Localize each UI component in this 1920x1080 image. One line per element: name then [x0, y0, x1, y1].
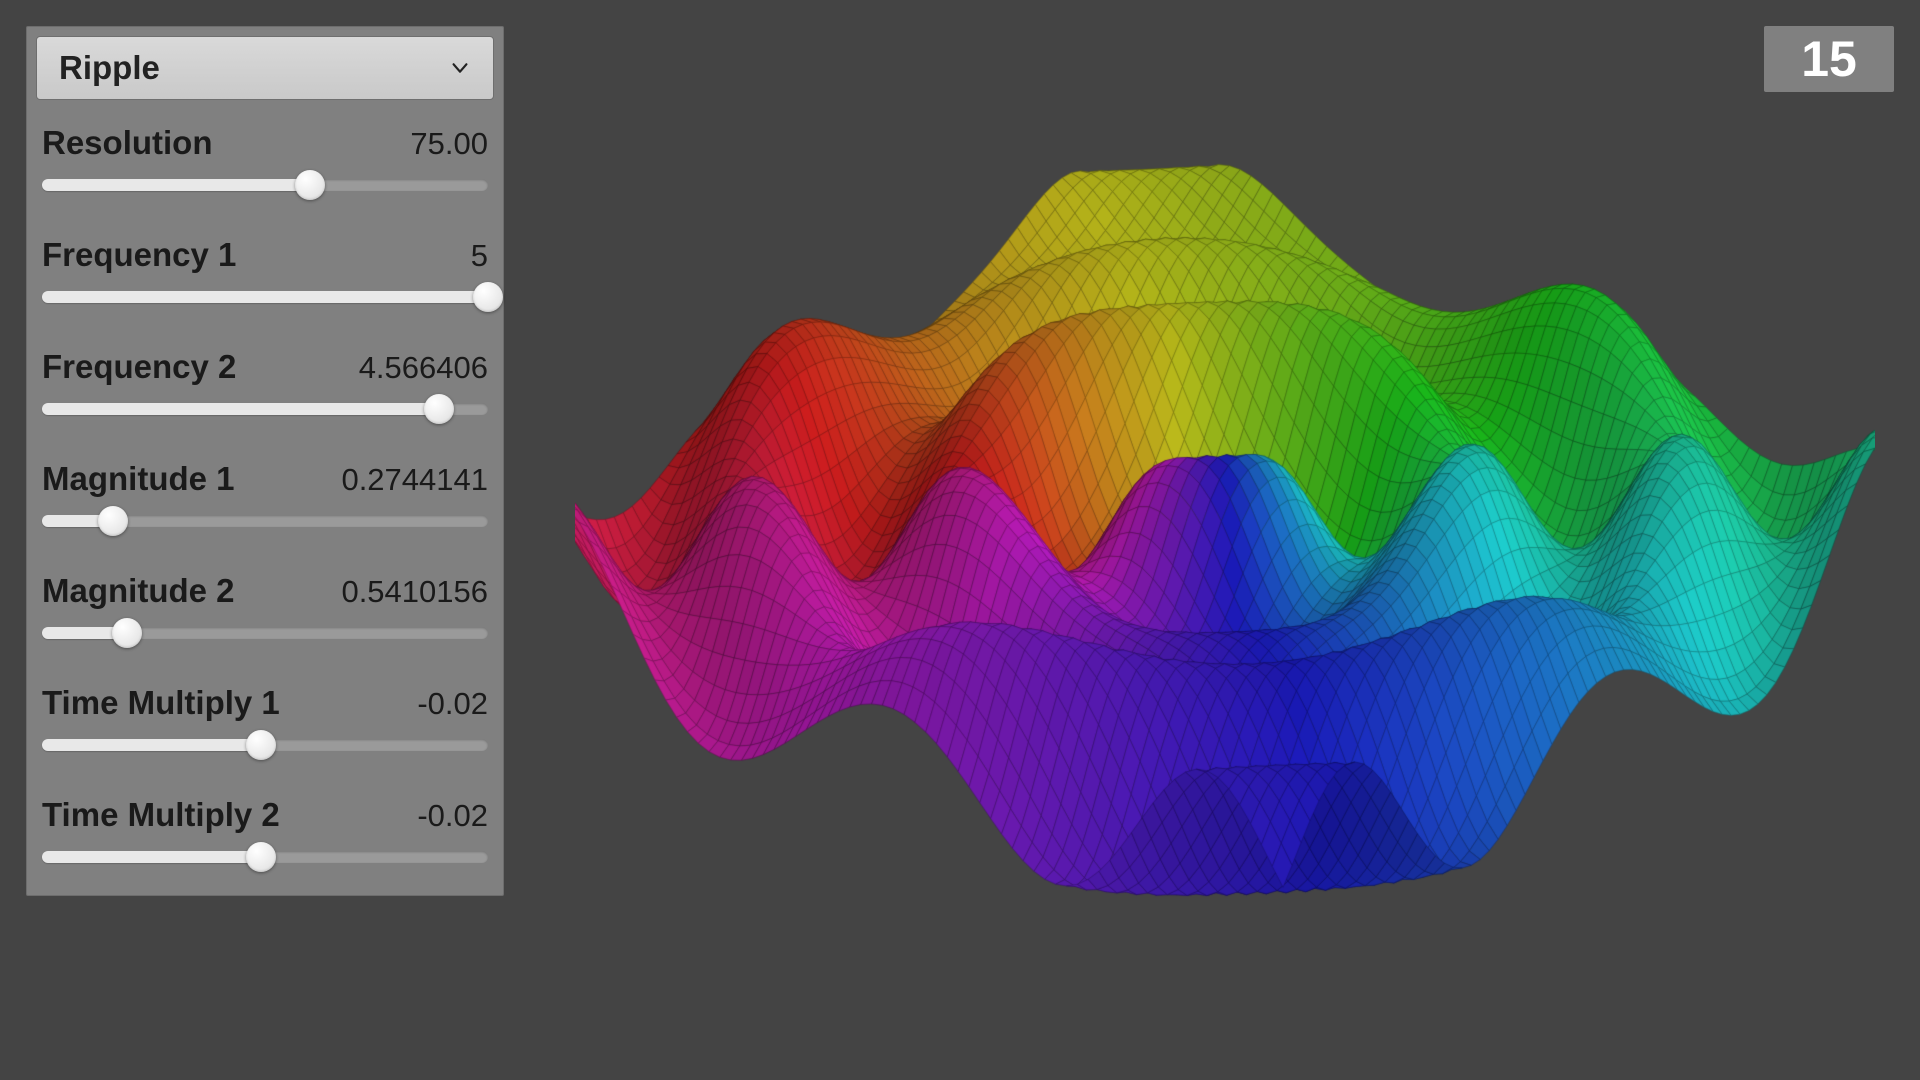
slider-resolution: Resolution 75.00: [42, 124, 488, 200]
slider-label: Frequency 1: [42, 236, 236, 274]
slider-time-multiply-2: Time Multiply 2 -0.02: [42, 796, 488, 872]
slider-track[interactable]: [42, 394, 488, 424]
slider-value: 0.2744141: [341, 462, 488, 498]
slider-thumb[interactable]: [98, 506, 128, 536]
slider-label: Magnitude 1: [42, 460, 235, 498]
slider-track[interactable]: [42, 506, 488, 536]
slider-fill: [42, 739, 261, 751]
slider-magnitude-2: Magnitude 2 0.5410156: [42, 572, 488, 648]
slider-track[interactable]: [42, 618, 488, 648]
slider-value: 4.566406: [359, 350, 488, 386]
slider-label: Resolution: [42, 124, 213, 162]
slider-magnitude-1: Magnitude 1 0.2744141: [42, 460, 488, 536]
slider-fill: [42, 179, 310, 191]
slider-fill: [42, 851, 261, 863]
slider-frequency-2: Frequency 2 4.566406: [42, 348, 488, 424]
slider-value: -0.02: [417, 686, 488, 722]
slider-thumb[interactable]: [295, 170, 325, 200]
slider-header: Magnitude 1 0.2744141: [42, 460, 488, 498]
slider-label: Magnitude 2: [42, 572, 235, 610]
ripple-surface: [575, 62, 1875, 1062]
slider-track[interactable]: [42, 842, 488, 872]
slider-track[interactable]: [42, 170, 488, 200]
slider-fill: [42, 291, 488, 303]
dropdown-selected-label: Ripple: [59, 49, 160, 87]
slider-label: Time Multiply 1: [42, 684, 280, 722]
slider-fill: [42, 403, 439, 415]
slider-track[interactable]: [42, 282, 488, 312]
control-panel: Ripple Resolution75.00Frequency 15Freque…: [26, 26, 504, 896]
slider-label: Frequency 2: [42, 348, 236, 386]
function-dropdown[interactable]: Ripple: [36, 36, 494, 100]
slider-thumb[interactable]: [424, 394, 454, 424]
slider-header: Magnitude 2 0.5410156: [42, 572, 488, 610]
slider-value: 5: [471, 238, 488, 274]
slider-thumb[interactable]: [473, 282, 503, 312]
slider-thumb[interactable]: [112, 618, 142, 648]
slider-header: Time Multiply 1 -0.02: [42, 684, 488, 722]
viewport[interactable]: [530, 0, 1920, 1080]
slider-header: Frequency 2 4.566406: [42, 348, 488, 386]
slider-label: Time Multiply 2: [42, 796, 280, 834]
slider-track[interactable]: [42, 730, 488, 760]
slider-thumb[interactable]: [246, 842, 276, 872]
slider-frequency-1: Frequency 1 5: [42, 236, 488, 312]
slider-list: Resolution 75.00 Frequency 1 5 Frequency 2 4.…: [36, 124, 494, 892]
slider-thumb[interactable]: [246, 730, 276, 760]
slider-header: Time Multiply 2 -0.02: [42, 796, 488, 834]
chevron-down-icon: [449, 57, 471, 79]
slider-value: -0.02: [417, 798, 488, 834]
slider-header: Resolution 75.00: [42, 124, 488, 162]
slider-header: Frequency 1 5: [42, 236, 488, 274]
slider-value: 75.00: [410, 126, 488, 162]
slider-value: 0.5410156: [341, 574, 488, 610]
slider-time-multiply-1: Time Multiply 1 -0.02: [42, 684, 488, 760]
